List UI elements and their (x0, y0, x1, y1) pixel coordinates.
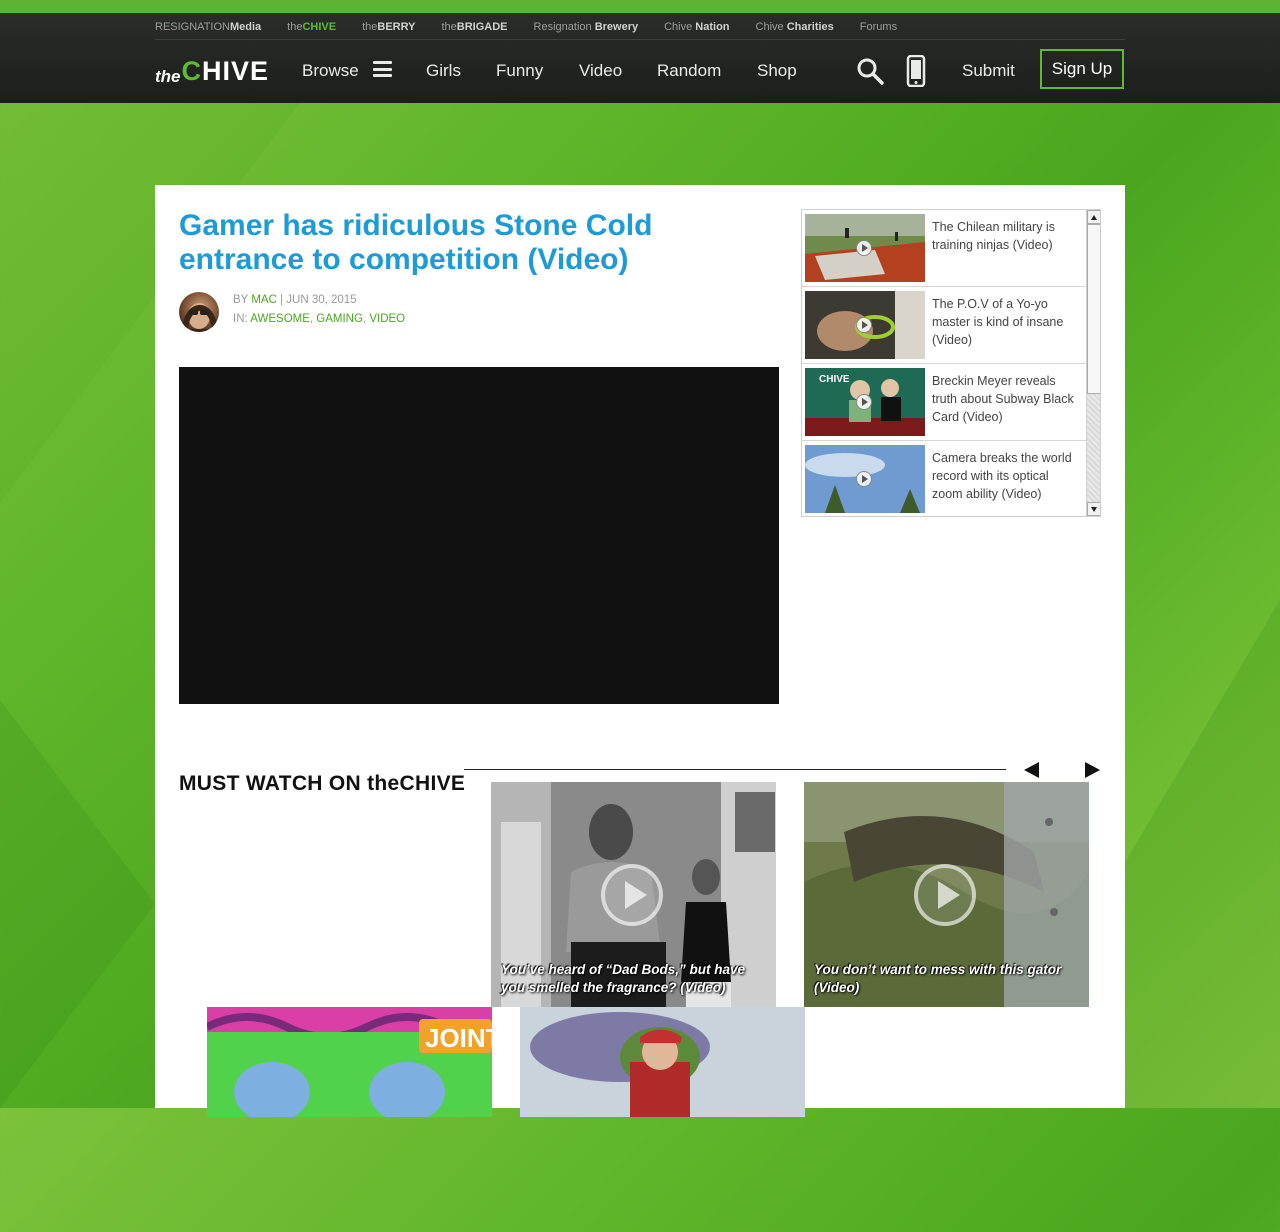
must-watch-card[interactable] (520, 1007, 805, 1232)
site-logo[interactable]: the CHIVE (155, 56, 270, 87)
category-link-awesome[interactable]: AWESOME (250, 313, 310, 325)
carousel-prev-arrow-icon[interactable] (1024, 762, 1039, 778)
related-videos-sidebar: The Chilean military is training ninjas … (801, 209, 1101, 517)
nav-submit[interactable]: Submit (962, 53, 1015, 89)
sign-up-button[interactable]: Sign Up (1040, 49, 1124, 89)
article-title: Gamer has ridiculous Stone Cold entrance… (179, 209, 653, 276)
network-link-thechive[interactable]: theCHIVE (287, 21, 336, 33)
nav-video[interactable]: Video (579, 53, 622, 89)
nav-shop[interactable]: Shop (757, 53, 797, 89)
must-watch-divider (464, 769, 1006, 770)
play-icon (856, 240, 872, 256)
must-watch-card[interactable]: You’ve heard of “Dad Bods,” but have you… (491, 782, 776, 1007)
video-thumbnail[interactable] (805, 214, 925, 282)
sidebar-video-item[interactable]: CHIVE Breckin Meyer reveals truth about … (802, 364, 1086, 441)
carousel-next-arrow-icon[interactable] (1085, 762, 1100, 778)
header-divider (155, 39, 1125, 40)
mobile-phone-icon[interactable] (905, 55, 927, 87)
play-icon[interactable] (601, 864, 663, 926)
category-link-video[interactable]: VIDEO (369, 313, 405, 325)
network-link-chive-nation[interactable]: Chive Nation (664, 21, 729, 33)
play-icon (856, 394, 872, 410)
sidebar-video-item[interactable]: The Chilean military is training ninjas … (802, 210, 1086, 287)
article-content: Gamer has ridiculous Stone Cold entrance… (155, 185, 1125, 1122)
network-link-chive-charities[interactable]: Chive Charities (756, 21, 834, 33)
site-header: RESIGNATIONMedia theCHIVE theBERRY theBR… (0, 13, 1280, 103)
sidebar-video-item[interactable]: The P.O.V of a Yo-yo master is kind of i… (802, 287, 1086, 364)
scrollbar-thumb[interactable] (1087, 224, 1100, 394)
must-watch-card[interactable]: You don’t want to mess with this gator (… (804, 782, 1089, 1007)
play-icon (856, 471, 872, 487)
sidebar-scrollbar[interactable] (1086, 210, 1100, 516)
nav-browse[interactable]: Browse (302, 53, 359, 89)
logo-chive: CHIVE (181, 56, 270, 86)
category-link-gaming[interactable]: GAMING (316, 313, 363, 325)
bg-shard (0, 700, 155, 1108)
video-player[interactable] (179, 367, 779, 704)
video-thumbnail[interactable] (805, 291, 925, 359)
top-strip (0, 0, 1280, 13)
card-caption[interactable]: You don’t want to mess with this gator (… (814, 961, 1064, 997)
nav-girls[interactable]: Girls (426, 53, 461, 89)
scroll-up-arrow-icon[interactable] (1087, 210, 1100, 224)
article-byline: BY MAC | JUN 30, 2015 (233, 294, 357, 306)
network-link-resignation-brewery[interactable]: Resignation Brewery (534, 21, 639, 33)
play-icon (856, 317, 872, 333)
sidebar-video-title[interactable]: The Chilean military is training ninjas … (932, 218, 1082, 254)
card-sign-text: JOINT (425, 1023, 492, 1053)
logo-the: the (155, 67, 181, 86)
network-link-thebrigade[interactable]: theBRIGADE (442, 21, 508, 33)
scroll-down-arrow-icon[interactable] (1087, 502, 1100, 516)
must-watch-card[interactable]: JOINT (207, 1007, 492, 1232)
card-caption[interactable]: You’ve heard of “Dad Bods,” but have you… (501, 961, 751, 997)
video-thumbnail[interactable] (805, 445, 925, 513)
author-link[interactable]: MAC (251, 294, 277, 306)
network-link-resignation-media[interactable]: RESIGNATIONMedia (155, 21, 261, 33)
search-icon[interactable] (856, 57, 884, 85)
sidebar-video-title[interactable]: The P.O.V of a Yo-yo master is kind of i… (932, 295, 1082, 349)
video-thumbnail[interactable]: CHIVE (805, 368, 925, 436)
must-watch-heading: MUST WATCH ON theCHIVE (179, 772, 466, 796)
sidebar-video-title[interactable]: Camera breaks the world record with its … (932, 449, 1082, 503)
network-links: RESIGNATIONMedia theCHIVE theBERRY theBR… (155, 13, 923, 40)
network-link-forums[interactable]: Forums (860, 21, 897, 33)
menu-icon[interactable] (373, 61, 392, 77)
article-categories: IN: AWESOME, GAMING, VIDEO (233, 313, 406, 325)
svg-text:CHIVE: CHIVE (819, 374, 850, 385)
author-avatar[interactable] (179, 292, 219, 332)
sidebar-video-item[interactable]: Camera breaks the world record with its … (802, 441, 1086, 516)
network-link-theberry[interactable]: theBERRY (362, 21, 415, 33)
sidebar-video-title[interactable]: Breckin Meyer reveals truth about Subway… (932, 372, 1082, 426)
article-date: | JUN 30, 2015 (276, 294, 357, 306)
play-icon[interactable] (914, 864, 976, 926)
nav-funny[interactable]: Funny (496, 53, 543, 89)
nav-random[interactable]: Random (657, 53, 721, 89)
